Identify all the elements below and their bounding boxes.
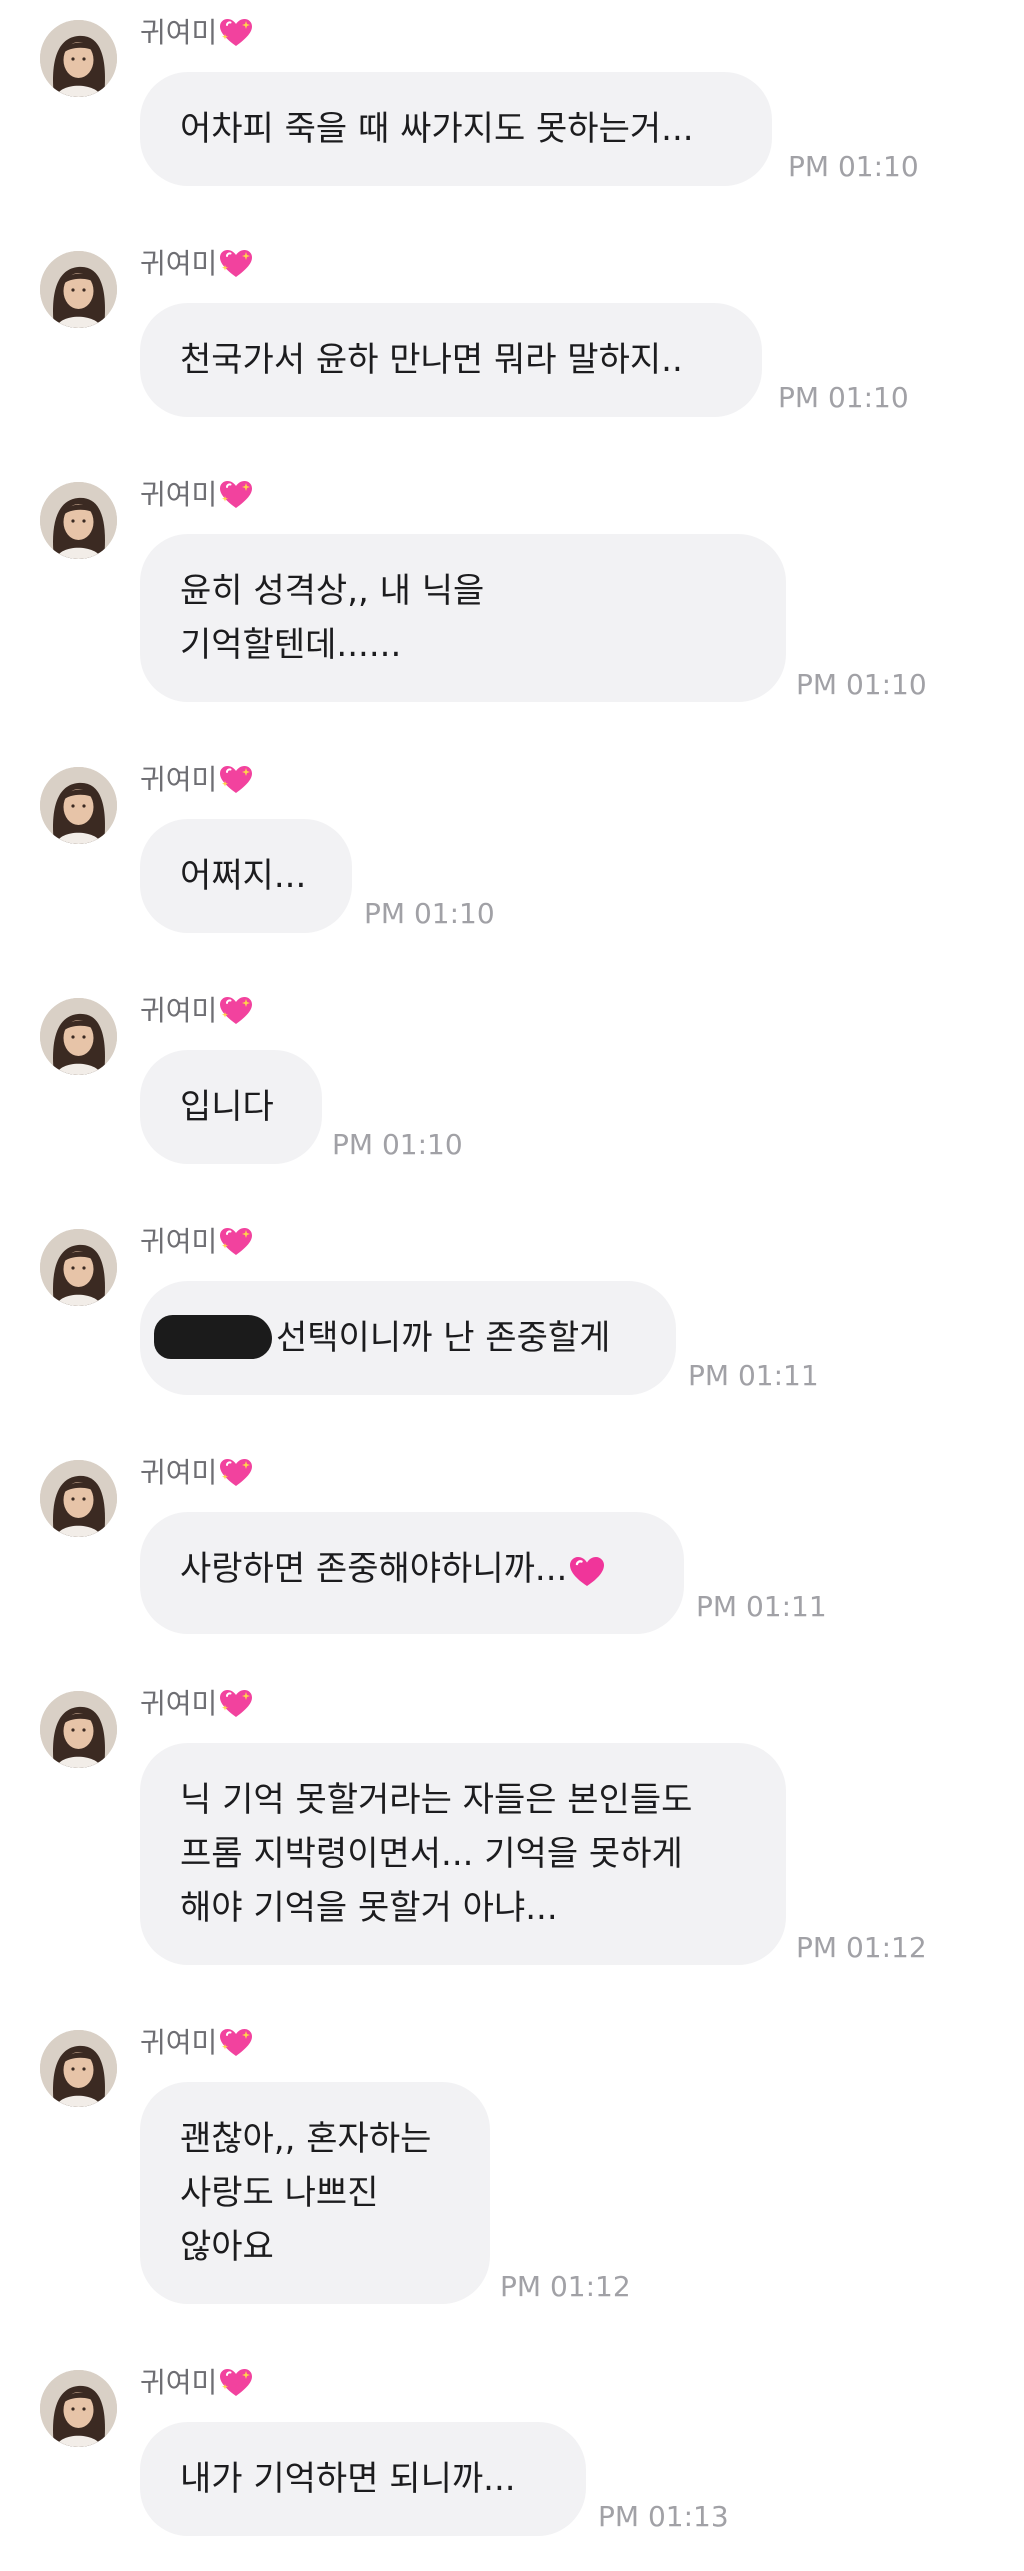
- profile-photo: [40, 2030, 117, 2107]
- profile-photo: [40, 482, 117, 559]
- sparkling-heart-icon: [219, 1227, 253, 1265]
- message-time: PM 01:12: [796, 1931, 927, 1964]
- sender-name-text: 귀여미: [140, 2366, 218, 2399]
- message-bubble[interactable]: 내가 기억하면 되니까...: [140, 2422, 586, 2536]
- sender-name-text: 귀여미: [140, 478, 218, 511]
- avatar[interactable]: [40, 1460, 117, 1537]
- message-time: PM 01:13: [598, 2500, 729, 2533]
- profile-photo: [40, 998, 117, 1075]
- sparkling-heart-icon: [219, 2368, 253, 2406]
- sender-name: 귀여미: [140, 2026, 253, 2066]
- message-text: 닉 기억 못할거라는 자들은 본인들도: [180, 1780, 693, 1820]
- avatar[interactable]: [40, 1229, 117, 1306]
- message-time: PM 01:12: [500, 2270, 631, 2303]
- sender-name-text: 귀여미: [140, 1225, 218, 1258]
- message-bubble[interactable]: 선택이니까 난 존중할게: [140, 1281, 676, 1395]
- profile-photo: [40, 20, 117, 97]
- avatar[interactable]: [40, 20, 117, 97]
- sender-name: 귀여미: [140, 16, 253, 56]
- message-time: PM 01:11: [696, 1590, 827, 1623]
- sender-name: 귀여미: [140, 247, 253, 287]
- message-bubble[interactable]: 닉 기억 못할거라는 자들은 본인들도 프롬 지박령이면서... 기억을 못하게…: [140, 1743, 786, 1965]
- chat-log: 귀여미 어차피 죽을 때 싸가지도 못하는거... PM 01:10 귀여미 천…: [0, 0, 1024, 2571]
- pink-heart-icon: [569, 1550, 605, 1604]
- sparkling-heart-icon: [219, 18, 253, 56]
- message-bubble[interactable]: 윤히 성격상,, 내 닉을 기억할텐데......: [140, 534, 786, 702]
- message-text: 프롬 지박령이면서... 기억을 못하게: [180, 1834, 683, 1874]
- message-bubble[interactable]: 괜찮아,, 혼자하는 사랑도 나쁘진 않아요: [140, 2082, 490, 2304]
- avatar[interactable]: [40, 767, 117, 844]
- profile-photo: [40, 1229, 117, 1306]
- sender-name: 귀여미: [140, 994, 253, 1034]
- message-text-line: 사랑하면 존중해야하니까...: [180, 1542, 644, 1604]
- message-text: 천국가서 윤하 만나면 뭐라 말하지..: [180, 340, 683, 380]
- message-text-line: 선택이니까 난 존중할게: [154, 1311, 636, 1365]
- message-text: 않아요: [180, 2227, 274, 2267]
- sender-name: 귀여미: [140, 2366, 253, 2406]
- sender-name: 귀여미: [140, 1687, 253, 1727]
- message-text: 사랑하면 존중해야하니까...: [180, 1549, 568, 1589]
- message-text: 해야 기억을 못할거 아냐...: [180, 1888, 558, 1928]
- message-text: 선택이니까 난 존중할게: [276, 1318, 611, 1358]
- sender-name-text: 귀여미: [140, 994, 218, 1027]
- sparkling-heart-icon: [219, 1689, 253, 1727]
- sender-name-text: 귀여미: [140, 1687, 218, 1720]
- message-bubble[interactable]: 어쩌지...: [140, 819, 352, 933]
- message-time: PM 01:10: [788, 150, 919, 183]
- avatar[interactable]: [40, 1691, 117, 1768]
- sparkling-heart-icon: [219, 2028, 253, 2066]
- message-text: 윤히 성격상,, 내 닉을: [180, 571, 485, 611]
- sparkling-heart-icon: [219, 1458, 253, 1496]
- profile-photo: [40, 251, 117, 328]
- sparkling-heart-icon: [219, 765, 253, 803]
- avatar[interactable]: [40, 2030, 117, 2107]
- profile-photo: [40, 767, 117, 844]
- message-text: 입니다: [180, 1087, 274, 1127]
- sparkling-heart-icon: [219, 480, 253, 518]
- sender-name: 귀여미: [140, 1225, 253, 1265]
- message-text: 어쩌지...: [180, 856, 307, 896]
- message-bubble[interactable]: 입니다: [140, 1050, 322, 1164]
- sender-name: 귀여미: [140, 478, 253, 518]
- message-bubble[interactable]: 천국가서 윤하 만나면 뭐라 말하지..: [140, 303, 762, 417]
- sender-name-text: 귀여미: [140, 763, 218, 796]
- message-time: PM 01:10: [332, 1128, 463, 1161]
- profile-photo: [40, 1691, 117, 1768]
- profile-photo: [40, 2370, 117, 2447]
- avatar[interactable]: [40, 482, 117, 559]
- sender-name-text: 귀여미: [140, 1456, 218, 1489]
- sender-name-text: 귀여미: [140, 2026, 218, 2059]
- sparkling-heart-icon: [219, 249, 253, 287]
- message-time: PM 01:10: [364, 897, 495, 930]
- message-bubble[interactable]: 어차피 죽을 때 싸가지도 못하는거...: [140, 72, 772, 186]
- redacted-name: [154, 1315, 272, 1359]
- sender-name-text: 귀여미: [140, 16, 218, 49]
- message-text: 사랑도 나쁘진: [180, 2173, 379, 2213]
- message-bubble[interactable]: 사랑하면 존중해야하니까...: [140, 1512, 684, 1634]
- avatar[interactable]: [40, 998, 117, 1075]
- message-time: PM 01:11: [688, 1359, 819, 1392]
- avatar[interactable]: [40, 251, 117, 328]
- message-time: PM 01:10: [778, 381, 909, 414]
- sender-name-text: 귀여미: [140, 247, 218, 280]
- sender-name: 귀여미: [140, 1456, 253, 1496]
- avatar[interactable]: [40, 2370, 117, 2447]
- message-text: 내가 기억하면 되니까...: [180, 2459, 516, 2499]
- sparkling-heart-icon: [219, 996, 253, 1034]
- message-text: 기억할텐데......: [180, 625, 402, 665]
- message-text: 어차피 죽을 때 싸가지도 못하는거...: [180, 109, 694, 149]
- message-time: PM 01:10: [796, 668, 927, 701]
- sender-name: 귀여미: [140, 763, 253, 803]
- message-text: 괜찮아,, 혼자하는: [180, 2119, 432, 2159]
- profile-photo: [40, 1460, 117, 1537]
